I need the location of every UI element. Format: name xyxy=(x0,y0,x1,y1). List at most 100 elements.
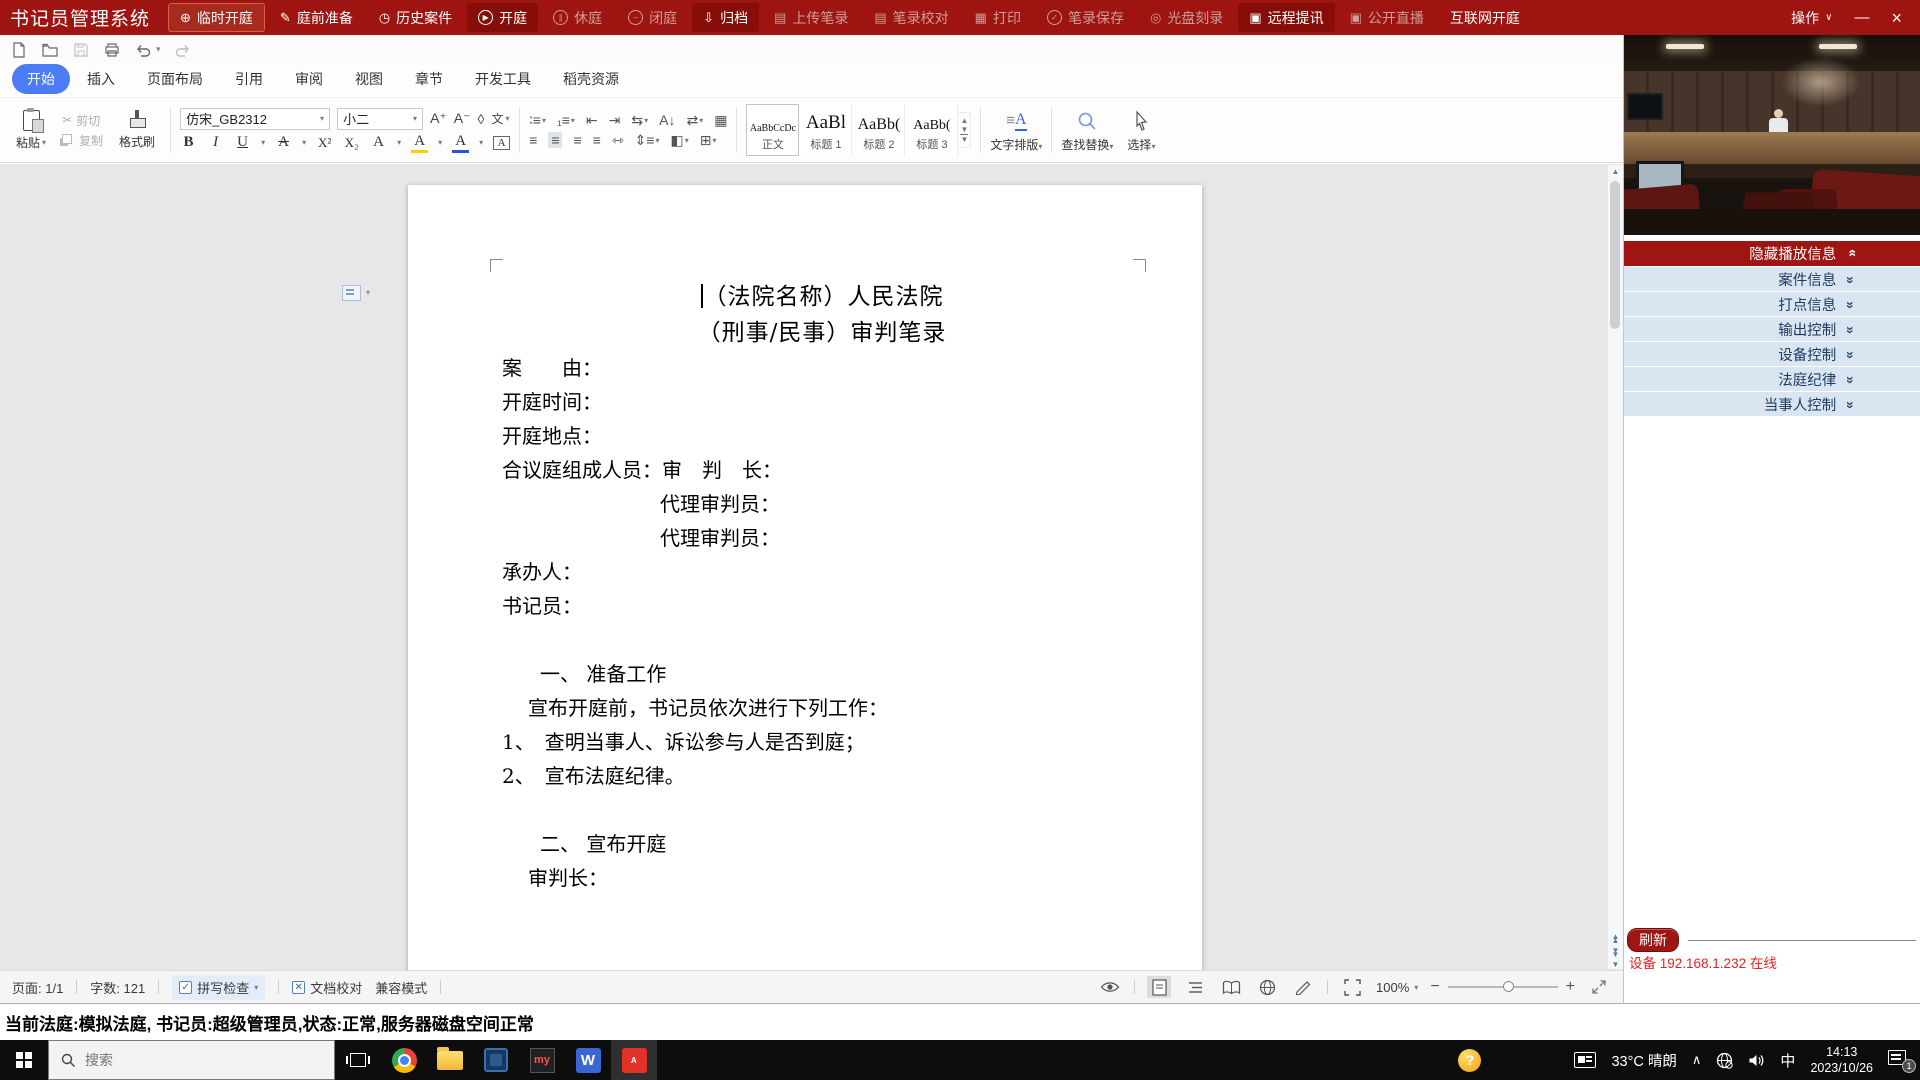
italic-button[interactable]: I xyxy=(207,134,224,151)
panel-section-button[interactable]: 案件信息 » xyxy=(1624,267,1920,291)
topbar-button[interactable]: ◎ 光盘刻录 xyxy=(1139,3,1234,32)
ime-indicator[interactable]: 中 xyxy=(1780,1050,1795,1071)
paste-button[interactable]: 粘贴▾ xyxy=(10,108,52,153)
strikethrough-dropdown-icon[interactable]: ▾ xyxy=(302,138,306,147)
next-page-icon[interactable]: ▼▼ xyxy=(1612,949,1620,958)
print-icon[interactable] xyxy=(103,41,120,58)
fullscreen-icon[interactable] xyxy=(1587,976,1611,998)
ribbon-tab[interactable]: 开发工具 xyxy=(460,64,546,94)
paste-options-icon[interactable] xyxy=(342,285,361,301)
asian-layout-icon[interactable]: ⇆▾ xyxy=(631,112,648,129)
subscript-button[interactable]: X₂ xyxy=(343,135,360,151)
ruler-icon[interactable]: ▦ xyxy=(714,112,727,129)
decrease-font-icon[interactable]: A⁻ xyxy=(454,110,471,127)
document-page[interactable]: （法院名称）人民法院（刑事/民事）审判笔录案 由：开庭时间：开庭地点：合议庭组成… xyxy=(408,185,1202,970)
search-input[interactable] xyxy=(85,1052,285,1068)
page-view-icon[interactable] xyxy=(1147,976,1171,998)
topbar-button[interactable]: ▣ 公开直播 xyxy=(1339,3,1435,32)
scroll-up-icon[interactable]: ▲ xyxy=(1608,167,1623,176)
distribute-icon[interactable]: ⇿ xyxy=(612,132,624,149)
scrollbar-thumb[interactable] xyxy=(1610,181,1620,329)
bullet-list-icon[interactable]: ∶≡▾ xyxy=(529,112,546,129)
topbar-button[interactable]: ✎ 庭前准备 xyxy=(269,3,364,32)
strikethrough-button[interactable]: A xyxy=(275,134,292,151)
close-button[interactable]: × xyxy=(1891,9,1902,27)
find-replace-button[interactable]: 查找替换▾ xyxy=(1061,108,1113,153)
ribbon-tab[interactable]: 章节 xyxy=(400,64,458,94)
taskbar-search[interactable] xyxy=(48,1040,335,1080)
ribbon-tab[interactable]: 审阅 xyxy=(280,64,338,94)
text-direction-icon[interactable]: ⇄▾ xyxy=(686,112,703,129)
align-left-icon[interactable]: ≡ xyxy=(529,132,537,148)
undo-icon[interactable] xyxy=(134,41,151,58)
gallery-more-icon[interactable]: ▼ xyxy=(960,134,968,144)
operations-dropdown[interactable]: 操作∨ xyxy=(1791,8,1832,28)
help-icon[interactable]: ? xyxy=(1458,1049,1481,1072)
font-color-button[interactable]: A xyxy=(452,133,469,153)
underline-button[interactable]: U xyxy=(234,134,251,151)
numbered-list-icon[interactable]: ₁≡▾ xyxy=(557,112,575,128)
my-app-icon[interactable] xyxy=(519,1040,565,1080)
ribbon-tab[interactable]: 稻壳资源 xyxy=(548,64,634,94)
topbar-button[interactable]: − 闭庭 xyxy=(617,3,688,32)
read-mode-icon[interactable] xyxy=(1219,976,1243,998)
text-layout-button[interactable]: ≡A 文字排版▾ xyxy=(990,108,1042,153)
font-size-select[interactable]: 小二▾ xyxy=(337,108,423,130)
font-color-dropdown-icon[interactable]: ▾ xyxy=(479,138,483,147)
topbar-button[interactable]: ▣ 远程提讯 xyxy=(1238,3,1334,32)
topbar-button[interactable]: ✓ 笔录保存 xyxy=(1036,3,1135,32)
taskbar-clock[interactable]: 14:13 2023/10/26 xyxy=(1810,1044,1873,1077)
panel-section-button[interactable]: 打点信息 » xyxy=(1624,292,1920,316)
increase-font-icon[interactable]: A⁺ xyxy=(430,110,447,127)
pinyin-guide-icon[interactable]: 文▾ xyxy=(491,110,509,127)
ribbon-tab[interactable]: 页面布局 xyxy=(132,64,218,94)
style-card[interactable]: AaBb( 标题 3 xyxy=(905,104,958,156)
hidden-icons-chevron[interactable]: ∧ xyxy=(1692,1052,1702,1068)
ink-pen-icon[interactable] xyxy=(1291,976,1315,998)
redo-icon[interactable] xyxy=(175,41,192,58)
topbar-button[interactable]: 互联网开庭 xyxy=(1439,3,1531,32)
style-card[interactable]: AaBbCcDc 正文 xyxy=(746,104,799,156)
network-globe-icon[interactable] xyxy=(1716,1052,1733,1069)
spell-check-toggle[interactable]: ✓ 拼写检查▾ xyxy=(172,975,265,1000)
topbar-button[interactable]: ▤ 上传笔录 xyxy=(763,3,859,32)
fit-page-icon[interactable] xyxy=(1340,976,1364,998)
document-proof-toggle[interactable]: ✕ 文档校对 xyxy=(292,978,362,997)
start-button[interactable] xyxy=(0,1040,48,1080)
eye-protect-icon[interactable] xyxy=(1098,976,1122,998)
clear-format-icon[interactable]: ◊ xyxy=(478,111,485,127)
scroll-down-icon[interactable]: ▼ xyxy=(1612,963,1620,967)
text-effects-button[interactable]: A xyxy=(370,134,387,151)
task-view-button[interactable] xyxy=(335,1040,381,1080)
select-button[interactable]: 选择▾ xyxy=(1127,108,1155,153)
text-effects-dropdown-icon[interactable]: ▾ xyxy=(397,138,401,147)
decrease-indent-icon[interactable]: ⇤ xyxy=(586,112,598,129)
weather-icon[interactable] xyxy=(1574,1052,1596,1068)
zoom-slider-thumb[interactable] xyxy=(1503,981,1514,992)
bold-button[interactable]: B xyxy=(180,134,197,151)
increase-indent-icon[interactable]: ⇥ xyxy=(609,112,621,129)
topbar-button[interactable]: ▦ 打印 xyxy=(964,3,1032,32)
web-layout-icon[interactable] xyxy=(1255,976,1279,998)
zoom-in-icon[interactable]: + xyxy=(1566,979,1575,995)
highlight-color-button[interactable]: A xyxy=(411,133,428,153)
refresh-button[interactable]: 刷新 xyxy=(1627,928,1679,952)
shading-icon[interactable]: ◧▾ xyxy=(670,132,688,149)
topbar-button[interactable]: ⇩ 归档 xyxy=(692,3,759,32)
style-card[interactable]: AaBl 标题 1 xyxy=(799,104,852,156)
font-family-select[interactable]: 仿宋_GB2312▾ xyxy=(180,108,330,130)
superscript-button[interactable]: X² xyxy=(316,135,333,151)
zoom-slider[interactable] xyxy=(1448,986,1558,988)
underline-dropdown-icon[interactable]: ▾ xyxy=(261,138,265,147)
gallery-down-icon[interactable]: ▼ xyxy=(960,125,968,134)
notification-icon[interactable]: 1 xyxy=(1888,1050,1912,1070)
highlight-dropdown-icon[interactable]: ▾ xyxy=(438,138,442,147)
topbar-button[interactable]: ◷ 历史案件 xyxy=(368,3,463,32)
character-border-button[interactable]: A xyxy=(493,136,510,150)
align-center-icon[interactable]: ≡ xyxy=(548,132,562,148)
cut-button[interactable]: ✂ 剪切 xyxy=(62,112,103,129)
topbar-button[interactable]: ⊕ 临时开庭 xyxy=(168,3,265,32)
courtroom-video-feed[interactable] xyxy=(1624,35,1920,235)
ribbon-tab[interactable]: 开始 xyxy=(12,64,70,94)
style-card[interactable]: AaBb( 标题 2 xyxy=(852,104,905,156)
